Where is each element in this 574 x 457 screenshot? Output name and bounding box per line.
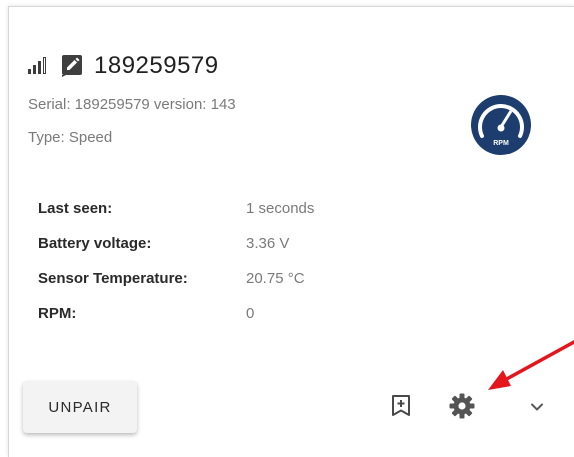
signal-strength-icon xyxy=(28,56,48,76)
info-value: 0 xyxy=(246,305,255,322)
bookmark-add-icon[interactable] xyxy=(390,394,412,418)
info-label: Battery voltage: xyxy=(38,235,152,252)
info-value: 20.75 °C xyxy=(246,270,305,287)
card-header: 189259579 xyxy=(28,46,219,86)
device-type: Type: Speed xyxy=(28,129,113,146)
info-row-last-seen: Last seen: 1 seconds xyxy=(38,200,314,235)
info-row-battery-voltage: Battery voltage: 3.36 V xyxy=(38,235,314,270)
info-value: 3.36 V xyxy=(246,235,290,252)
signal-bar-2 xyxy=(33,65,36,74)
gear-icon[interactable] xyxy=(449,393,475,419)
device-serial: Serial: 189259579 version: 143 xyxy=(28,96,236,113)
edit-icon[interactable] xyxy=(62,55,84,77)
speedometer-rpm-icon: RPM xyxy=(471,95,531,155)
rpm-badge-label: RPM xyxy=(493,140,509,147)
info-label: Last seen: xyxy=(38,200,113,217)
info-row-sensor-temperature: Sensor Temperature: 20.75 °C xyxy=(38,270,314,305)
sensor-info-table: Last seen: 1 seconds Battery voltage: 3.… xyxy=(38,200,314,340)
info-row-rpm: RPM: 0 xyxy=(38,305,314,340)
info-label: RPM: xyxy=(38,305,77,322)
signal-bar-1 xyxy=(28,69,31,74)
chevron-down-icon[interactable] xyxy=(526,396,548,418)
signal-bar-3 xyxy=(38,61,41,74)
info-label: Sensor Temperature: xyxy=(38,270,188,287)
device-name: 189259579 xyxy=(94,52,219,79)
signal-bar-4 xyxy=(43,57,46,74)
unpair-button[interactable]: UNPAIR xyxy=(23,381,137,433)
info-value: 1 seconds xyxy=(246,200,315,217)
